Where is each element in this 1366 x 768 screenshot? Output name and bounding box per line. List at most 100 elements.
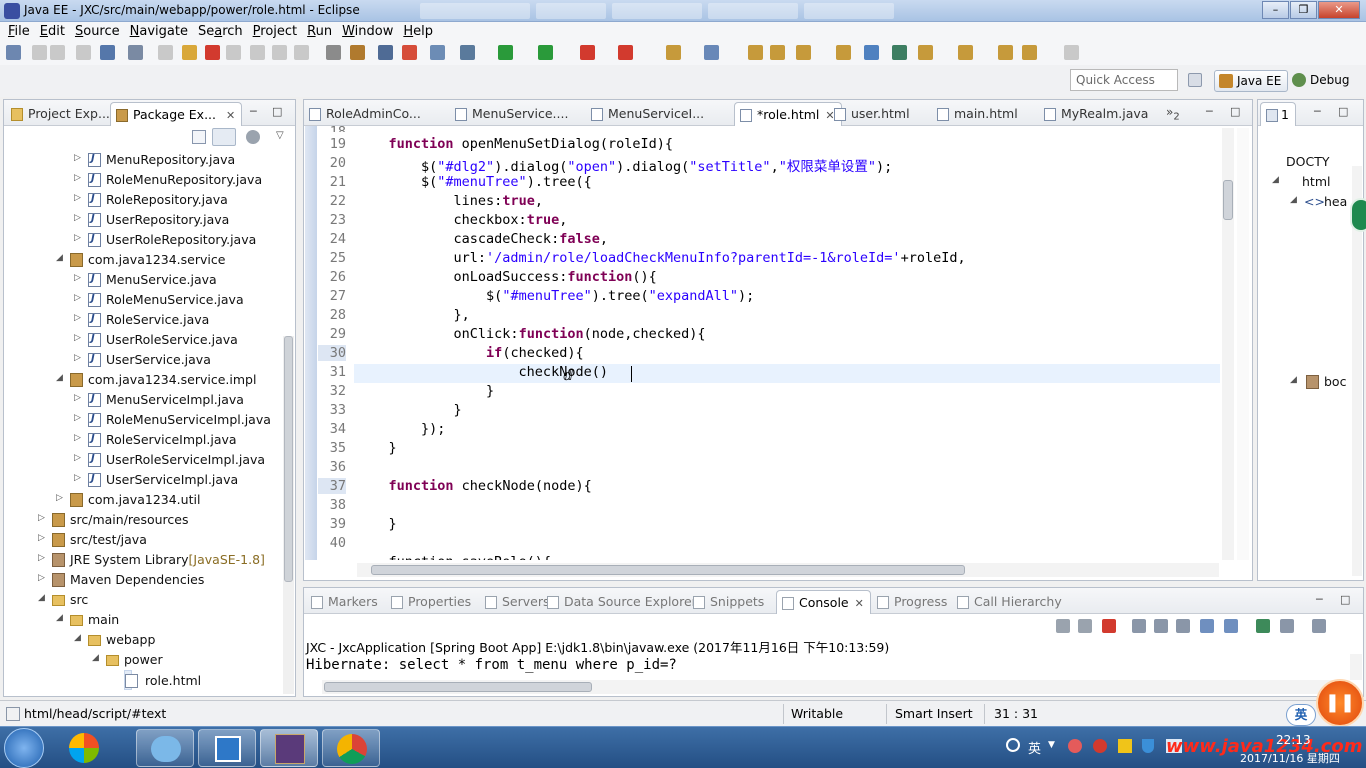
bottom-tab[interactable]: Data Source Explorer xyxy=(542,590,703,614)
expand-arrow-icon[interactable]: ▷ xyxy=(38,533,45,543)
collapse-all-icon[interactable] xyxy=(192,130,206,144)
menu-run[interactable]: Run xyxy=(303,22,338,41)
menu-project[interactable]: Project xyxy=(249,22,304,41)
ime-indicator[interactable]: 英 xyxy=(1286,704,1316,726)
terminal-icon[interactable] xyxy=(100,45,115,60)
expand-arrow-icon[interactable]: ▷ xyxy=(74,313,81,323)
run-config-icon[interactable] xyxy=(538,45,553,60)
expand-arrow-icon[interactable]: ▷ xyxy=(74,293,81,303)
search-tool-icon[interactable] xyxy=(796,45,811,60)
expand-arrow-icon[interactable]: ▷ xyxy=(74,393,81,403)
next-annotation-icon[interactable] xyxy=(918,45,933,60)
open-perspective-button[interactable] xyxy=(1184,70,1208,92)
close-tab-icon[interactable]: ✕ xyxy=(855,597,864,610)
editor-horizontal-scrollbar-thumb[interactable] xyxy=(371,565,965,575)
expand-arrow-icon[interactable]: ▷ xyxy=(74,233,81,243)
search-icon[interactable] xyxy=(1006,738,1020,752)
editor-tab[interactable]: MenuServiceI... xyxy=(586,102,710,126)
expand-arrow-icon[interactable]: ▷ xyxy=(74,353,81,363)
expand-arrow-icon[interactable]: ▷ xyxy=(74,333,81,343)
menu-file[interactable]: File xyxy=(4,22,36,41)
collapse-arrow-icon[interactable]: ◢ xyxy=(56,373,63,383)
tree-scrollbar-thumb[interactable] xyxy=(284,336,293,582)
annotation-icon[interactable] xyxy=(836,45,851,60)
expand-arrow-icon[interactable]: ▷ xyxy=(74,153,81,163)
console-scrollbar-thumb[interactable] xyxy=(324,682,592,692)
close-tab-icon[interactable]: ✕ xyxy=(226,109,235,122)
open-task-icon[interactable] xyxy=(770,45,785,60)
maximize-view-icon[interactable]: □ xyxy=(272,105,282,118)
menu-navigate[interactable]: Navigate xyxy=(126,22,194,41)
editor-tab[interactable]: MyRealm.java xyxy=(1039,102,1154,126)
minimize-button[interactable]: – xyxy=(1262,1,1289,19)
tab-outline[interactable]: 1 xyxy=(1260,102,1296,126)
remove-launch-icon[interactable] xyxy=(1056,619,1070,633)
editor-vertical-scrollbar[interactable] xyxy=(1222,128,1234,560)
back-icon[interactable] xyxy=(1022,45,1037,60)
save-all-icon[interactable] xyxy=(50,45,65,60)
remove-all-icon[interactable] xyxy=(1078,619,1092,633)
tray-app-icon[interactable] xyxy=(1093,739,1107,753)
new-server-icon[interactable] xyxy=(666,45,681,60)
scroll-lock-icon[interactable] xyxy=(1154,619,1168,633)
view-menu-icon[interactable] xyxy=(246,130,260,144)
maximize-button[interactable]: ❐ xyxy=(1290,1,1317,19)
maximize-editor-icon[interactable]: □ xyxy=(1230,105,1240,118)
taskbar-app-chrome[interactable] xyxy=(322,729,380,767)
collapse-arrow-icon[interactable]: ◢ xyxy=(56,613,63,623)
link-with-editor-button[interactable] xyxy=(212,128,236,146)
disconnect-icon[interactable] xyxy=(226,45,241,60)
tray-app-icon[interactable] xyxy=(1068,739,1082,753)
clock-date[interactable]: 2017/11/16 星期四 xyxy=(1240,750,1340,766)
chevron-down-icon[interactable]: ▼ xyxy=(1048,740,1055,750)
last-edit-icon[interactable] xyxy=(998,45,1013,60)
close-button[interactable]: ✕ xyxy=(1318,1,1360,19)
open-type-icon[interactable] xyxy=(748,45,763,60)
taskbar-app-browser-alt[interactable] xyxy=(56,729,114,767)
clock-time[interactable]: 22:13 xyxy=(1276,733,1311,747)
console-vertical-scrollbar[interactable] xyxy=(1350,654,1362,680)
step-over-icon[interactable] xyxy=(272,45,287,60)
word-wrap-icon[interactable] xyxy=(1176,619,1190,633)
suspend-icon[interactable] xyxy=(182,45,197,60)
terminate-console-icon[interactable] xyxy=(1102,619,1116,633)
expand-arrow-icon[interactable]: ▷ xyxy=(74,193,81,203)
chevron-down-icon[interactable]: ▽ xyxy=(276,130,284,141)
globe-icon[interactable] xyxy=(864,45,879,60)
menu-edit[interactable]: Edit xyxy=(36,22,71,41)
editor-tab[interactable]: *role.html ✕ xyxy=(734,102,842,126)
new-class-icon[interactable] xyxy=(704,45,719,60)
expand-arrow-icon[interactable]: ▷ xyxy=(38,573,45,583)
expand-arrow-icon[interactable]: ◢ xyxy=(1290,195,1297,205)
pause-recording-icon[interactable]: ❚❚ xyxy=(1316,679,1364,727)
taskbar-app-eclipse[interactable] xyxy=(260,729,318,767)
minimize-console-icon[interactable]: ─ xyxy=(1316,593,1323,606)
shield-icon[interactable] xyxy=(1142,739,1154,753)
maximize-outline-icon[interactable]: □ xyxy=(1338,105,1348,118)
pin-console-icon[interactable] xyxy=(1256,619,1270,633)
show-on-stdout-icon[interactable] xyxy=(1200,619,1214,633)
expand-arrow-icon[interactable]: ▷ xyxy=(74,413,81,423)
menu-search[interactable]: Search xyxy=(194,22,249,41)
minimize-outline-icon[interactable]: ─ xyxy=(1314,105,1321,118)
maximize-console-icon[interactable]: □ xyxy=(1340,593,1350,606)
taskbar-app-dolphin[interactable] xyxy=(136,729,194,767)
use-step-filters-icon[interactable] xyxy=(350,45,365,60)
expand-arrow-icon[interactable]: ◢ xyxy=(1272,175,1279,185)
expand-arrow-icon[interactable]: ▷ xyxy=(74,433,81,443)
expand-arrow-icon[interactable]: ▷ xyxy=(74,273,81,283)
collapse-arrow-icon[interactable]: ◢ xyxy=(92,653,99,663)
collapse-arrow-icon[interactable]: ◢ xyxy=(74,633,81,643)
forward-icon[interactable] xyxy=(1064,45,1079,60)
taskbar-app-editor[interactable] xyxy=(198,729,256,767)
start-button[interactable] xyxy=(4,728,44,768)
expand-arrow-icon[interactable]: ▷ xyxy=(38,513,45,523)
tab-project-explorer[interactable]: Project Exp... xyxy=(6,102,116,126)
expand-arrow-icon[interactable]: ▷ xyxy=(56,493,63,503)
menu-help[interactable]: Help xyxy=(399,22,439,41)
tray-app-icon[interactable] xyxy=(1118,739,1132,753)
editor-tab[interactable]: RoleAdminCo... xyxy=(304,102,427,126)
step-into-icon[interactable] xyxy=(250,45,265,60)
step-return-icon[interactable] xyxy=(294,45,309,60)
skip-breakpoints-icon[interactable] xyxy=(128,45,143,60)
